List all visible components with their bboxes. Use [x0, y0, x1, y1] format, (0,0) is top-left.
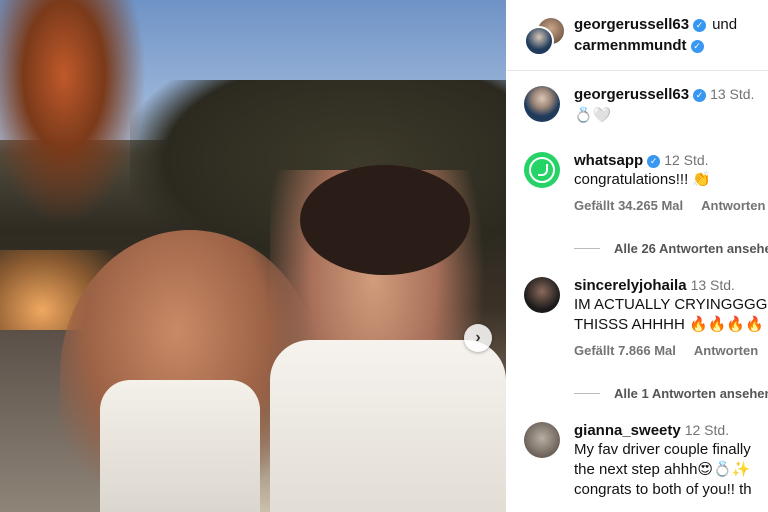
comment-body: sincerelyjohaila 13 Std. IM ACTUALLY CRYI… — [574, 277, 768, 358]
photo-palm-tree — [0, 0, 160, 250]
comment-body: gianna_sweety 12 Std. My fav driver coupl… — [574, 422, 768, 500]
comment-body: whatsapp ✓ 12 Std. congratulations!!! 👏 Ge… — [574, 152, 768, 213]
view-replies-label[interactable]: Alle 1 Antworten ansehen — [614, 386, 768, 401]
replies-divider — [574, 248, 600, 249]
photo-white-dress — [100, 380, 260, 512]
header-line-1: georgerussell63 ✓ und — [574, 16, 737, 33]
comment-text: congratulations!!! 👏 — [574, 171, 712, 188]
comment-text-line-2: THISSS AHHHH 🔥🔥🔥🔥 — [574, 316, 764, 333]
comment-meta: gianna_sweety 12 Std. — [574, 422, 768, 440]
likes-count[interactable]: Gefällt 7.866 Mal — [574, 343, 676, 358]
verified-badge-icon: ✓ — [693, 89, 707, 102]
verified-badge-icon: ✓ — [690, 40, 704, 53]
caption-text: 💍🤍 — [574, 107, 612, 124]
comment-username[interactable]: sincerelyjohaila — [574, 277, 687, 294]
comment-text-line-1: My fav driver couple finally — [574, 441, 751, 458]
replies-divider — [574, 393, 600, 394]
comment-text-line-1: IM ACTUALLY CRYINGGGG — [574, 296, 768, 313]
reply-button[interactable]: Antworten — [701, 198, 765, 213]
view-replies-label[interactable]: Alle 26 Antworten ansehen — [614, 241, 768, 256]
view-replies-button[interactable]: Alle 1 Antworten ansehen — [574, 386, 768, 401]
post-header: georgerussell63 ✓ und carmenmmundt ✓ — [506, 0, 768, 71]
verified-badge-icon: ✓ — [647, 155, 661, 168]
avatar-sincerelyjohaila[interactable] — [524, 277, 560, 313]
comment-text-line-2: the next step ahhh😍💍✨ — [574, 461, 751, 478]
comment-meta: sincerelyjohaila 13 Std. — [574, 277, 768, 295]
caption-meta: georgerussell63 ✓ 13 Std. — [574, 86, 768, 104]
avatar-gianna_sweety[interactable] — [524, 422, 560, 458]
verified-badge-icon: ✓ — [693, 19, 707, 32]
view-replies-button[interactable]: Alle 26 Antworten ansehen — [574, 241, 768, 256]
comment-time: 12 Std. — [684, 422, 730, 438]
post-photo[interactable]: › — [0, 0, 506, 512]
header-conjunction: und — [712, 16, 738, 33]
likes-count[interactable]: Gefällt 34.265 Mal — [574, 198, 683, 213]
comment-actions: Gefällt 7.866 Mal Antworten — [574, 343, 768, 358]
caption-time: 13 Std. — [710, 86, 755, 102]
comment-meta: whatsapp ✓ 12 Std. — [574, 152, 768, 170]
caption-body: georgerussell63 ✓ 13 Std. 💍🤍 — [574, 86, 768, 126]
reply-button[interactable]: Antworten — [694, 343, 758, 358]
comments-panel: georgerussell63 ✓ und carmenmmundt ✓ george… — [506, 0, 768, 512]
avatar-georgerussell63[interactable] — [524, 26, 554, 56]
comment-actions: Gefällt 34.265 Mal Antworten — [574, 198, 768, 213]
header-username-1[interactable]: georgerussell63 — [574, 16, 689, 33]
comment-username[interactable]: gianna_sweety — [574, 422, 681, 439]
comment-username[interactable]: whatsapp — [574, 152, 643, 169]
whatsapp-icon[interactable] — [524, 152, 560, 188]
header-username-2[interactable]: carmenmmundt — [574, 37, 687, 54]
avatar-caption[interactable] — [524, 86, 560, 122]
chevron-right-icon[interactable]: › — [464, 324, 492, 352]
comment-time: 13 Std. — [690, 277, 735, 293]
comment-time: 12 Std. — [664, 152, 709, 168]
photo-man-hair — [300, 165, 470, 275]
caption-username[interactable]: georgerussell63 — [574, 86, 689, 103]
header-line-2: carmenmmundt ✓ — [574, 37, 704, 55]
comment-text-line-3: congrats to both of you!! th — [574, 481, 752, 498]
photo-white-shirt — [270, 340, 506, 512]
